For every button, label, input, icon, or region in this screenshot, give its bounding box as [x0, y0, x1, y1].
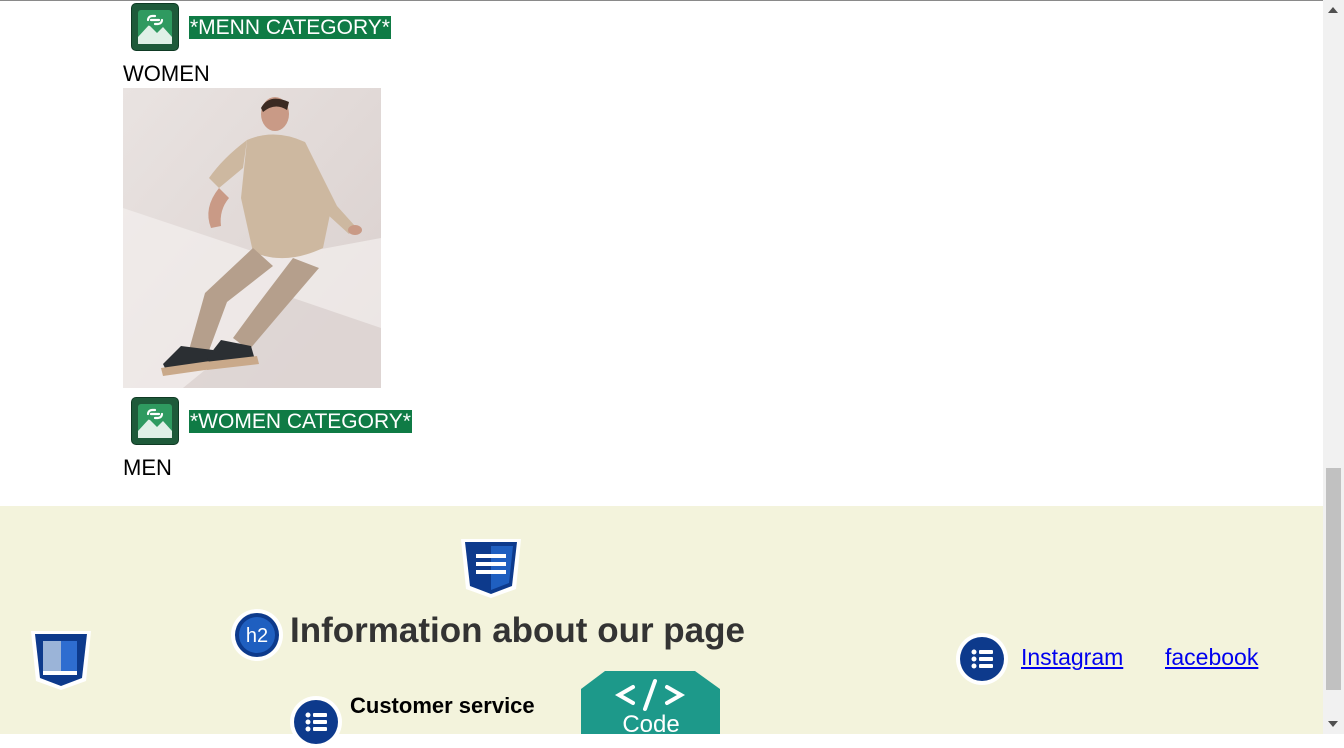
scroll-down-icon[interactable] [1328, 721, 1338, 727]
image-link-icon[interactable] [131, 3, 179, 51]
women-category-label[interactable]: *WOMEN CATEGORY* [189, 409, 412, 433]
menn-category-label[interactable]: *MENN CATEGORY* [189, 15, 391, 39]
code-label: Code [622, 711, 679, 734]
image-link-icon[interactable] [131, 397, 179, 445]
product-photo [123, 88, 381, 388]
vertical-scrollbar[interactable] [1323, 0, 1344, 734]
window-icon[interactable] [29, 629, 93, 696]
instagram-link[interactable]: Instagram [1021, 644, 1123, 671]
css3-icon[interactable] [459, 537, 523, 604]
scroll-up-icon[interactable] [1328, 7, 1338, 13]
women-category-row: *WOMEN CATEGORY* [131, 397, 412, 445]
women-heading: WOMEN [123, 61, 210, 86]
footer-title: Information about our page [290, 611, 745, 650]
h2-icon[interactable]: h2 [231, 609, 283, 661]
scroll-thumb[interactable] [1326, 468, 1341, 690]
facebook-link[interactable]: facebook [1165, 644, 1258, 671]
svg-text:h2: h2 [246, 625, 268, 647]
code-icon[interactable]: Code [581, 671, 721, 739]
men-heading: MEN [123, 455, 172, 480]
list-icon[interactable] [290, 696, 342, 748]
window-top-border [0, 0, 1344, 1]
footer: h2 Information about our page Customer s… [0, 506, 1323, 748]
links-list-icon[interactable] [956, 633, 1008, 685]
customer-service-heading: Customer service [350, 693, 535, 718]
menn-category-row: *MENN CATEGORY* [131, 3, 391, 51]
